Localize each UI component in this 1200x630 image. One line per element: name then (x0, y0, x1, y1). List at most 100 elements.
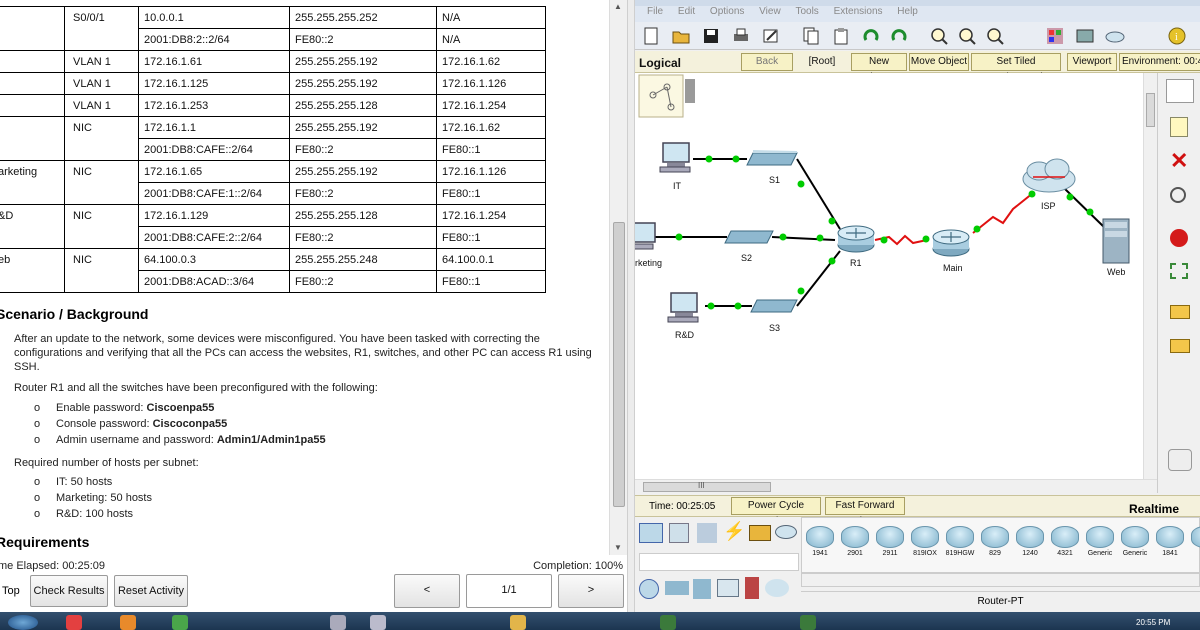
server-web[interactable] (1102, 218, 1130, 264)
menu-extensions[interactable]: Extensions (834, 6, 883, 17)
packet-tracer-taskbar-icon[interactable] (172, 615, 188, 630)
fast-forward-time-button[interactable]: Fast Forward Time (825, 497, 905, 527)
hubs-category-icon[interactable] (693, 579, 711, 599)
zoom-out-icon[interactable] (985, 26, 1005, 46)
zoom-in-icon[interactable] (929, 26, 949, 46)
device-model-item[interactable]: 4321 (1049, 526, 1081, 566)
device-list-scrollbar[interactable] (801, 573, 1200, 587)
logical-workspace-label[interactable]: Logical (639, 56, 681, 70)
chrome-icon[interactable] (66, 615, 82, 630)
simple-pdu-icon[interactable] (1170, 305, 1190, 319)
device-model-item[interactable]: 1941 (804, 526, 836, 566)
realtime-mode-label[interactable]: Realtime (1129, 502, 1179, 516)
isp-cloud[interactable] (1022, 158, 1076, 193)
firefox-icon[interactable] (120, 615, 136, 630)
app-icon[interactable] (800, 615, 816, 630)
connections-icon[interactable]: ⚡ (723, 521, 745, 542)
serial-link-main-isp[interactable] (972, 192, 1034, 234)
top-link[interactable]: Top (2, 585, 20, 597)
complex-pdu-icon[interactable] (1170, 339, 1190, 353)
scroll-up-icon[interactable]: ▲ (614, 2, 622, 11)
canvas-horizontal-scrollbar[interactable]: III (635, 479, 1157, 493)
delete-tool-icon[interactable]: ✕ (1170, 150, 1188, 172)
undo-icon[interactable] (861, 26, 881, 46)
redo-icon[interactable] (889, 26, 909, 46)
logical-workspace-canvas[interactable]: IT S1 S2 S3 R1 Main ISP Web rketing R&D (635, 73, 1143, 479)
cluster-icon[interactable] (638, 74, 695, 118)
palette-icon[interactable] (1045, 26, 1065, 46)
security-category-icon[interactable] (745, 577, 759, 599)
menu-view[interactable]: View (759, 6, 781, 17)
components-icon[interactable] (697, 523, 717, 543)
scrollbar-thumb[interactable]: III (643, 481, 771, 492)
print-icon[interactable] (731, 26, 751, 46)
realtime-clock-icon[interactable] (1168, 449, 1192, 471)
save-icon[interactable] (701, 26, 721, 46)
pc-it[interactable] (659, 142, 691, 173)
open-folder-icon[interactable] (671, 26, 691, 46)
pc-marketing[interactable] (635, 222, 656, 250)
paste-icon[interactable] (831, 26, 851, 46)
end-devices-icon[interactable] (669, 523, 689, 543)
canvas-vertical-scrollbar[interactable] (1143, 73, 1157, 479)
wireless-category-icon[interactable] (717, 579, 739, 597)
miscellaneous-icon[interactable] (749, 525, 771, 541)
router-main[interactable] (932, 229, 970, 257)
device-model-item[interactable]: 1240 (1014, 526, 1046, 566)
scrollbar-thumb[interactable] (1146, 93, 1155, 127)
device-model-item[interactable]: 829 (979, 526, 1011, 566)
router-r1[interactable] (837, 225, 875, 253)
new-cluster-button[interactable]: New Cluster (851, 53, 907, 83)
switch-s1[interactable] (746, 150, 798, 166)
info-icon[interactable]: i (1167, 26, 1187, 46)
device-model-item[interactable]: Generic (1084, 526, 1116, 566)
start-button-icon[interactable] (8, 615, 38, 630)
device-model-item[interactable]: 2901 (839, 526, 871, 566)
previous-page-button[interactable]: < (394, 574, 460, 608)
back-button[interactable]: Back (741, 53, 793, 71)
switch-s3[interactable] (750, 299, 798, 313)
instructions-scrollbar[interactable]: ▲ ▼ (609, 0, 627, 555)
power-cycle-devices-button[interactable]: Power Cycle Devices (731, 497, 821, 527)
check-results-button[interactable]: Check Results (30, 575, 108, 607)
move-object-button[interactable]: Move Object (909, 53, 969, 71)
activity-wizard-icon[interactable] (761, 26, 781, 46)
scrollbar-thumb[interactable] (613, 222, 625, 507)
inspect-tool-icon[interactable] (1170, 187, 1186, 203)
device-model-item[interactable]: Generic (1119, 526, 1151, 566)
multiuser-icon[interactable] (775, 525, 797, 539)
draw-ellipse-icon[interactable] (1170, 229, 1188, 247)
menu-file[interactable]: File (647, 6, 663, 17)
note-tool-icon[interactable] (1170, 117, 1188, 137)
zoom-reset-icon[interactable] (957, 26, 977, 46)
menu-tools[interactable]: Tools (795, 6, 818, 17)
reset-activity-button[interactable]: Reset Activity (114, 575, 188, 607)
device-model-item[interactable]: 1841 (1154, 526, 1186, 566)
menu-edit[interactable]: Edit (678, 6, 695, 17)
wan-emulation-category-icon[interactable] (765, 579, 789, 597)
scroll-down-icon[interactable]: ▼ (614, 543, 622, 552)
copy-icon[interactable] (801, 26, 821, 46)
device-model-item[interactable]: 2911 (874, 526, 906, 566)
pc-rd[interactable] (667, 292, 699, 323)
network-devices-icon[interactable] (639, 523, 663, 543)
cloud-tool-icon[interactable] (1105, 26, 1125, 46)
switches-category-icon[interactable] (665, 581, 689, 595)
device-model-item[interactable]: 819HGW (944, 526, 976, 566)
app-icon[interactable] (330, 615, 346, 630)
menu-options[interactable]: Options (710, 6, 744, 17)
routers-category-icon[interactable] (639, 579, 659, 599)
viewport-button[interactable]: Viewport (1067, 53, 1117, 71)
app-icon[interactable] (370, 615, 386, 630)
device-model-item[interactable]: 819IOX (909, 526, 941, 566)
resize-shape-icon[interactable] (1170, 263, 1188, 279)
app-icon[interactable] (660, 615, 676, 630)
set-tiled-background-button[interactable]: Set Tiled Background (971, 53, 1061, 83)
device-model-item[interactable]: 26 (1189, 526, 1200, 566)
window-divider[interactable] (627, 0, 635, 612)
environment-button[interactable]: Environment: 00:4 (1119, 53, 1200, 71)
switch-s2[interactable] (724, 230, 774, 244)
new-file-icon[interactable] (641, 26, 661, 46)
menu-help[interactable]: Help (897, 6, 918, 17)
select-tool-icon[interactable] (1166, 79, 1194, 103)
